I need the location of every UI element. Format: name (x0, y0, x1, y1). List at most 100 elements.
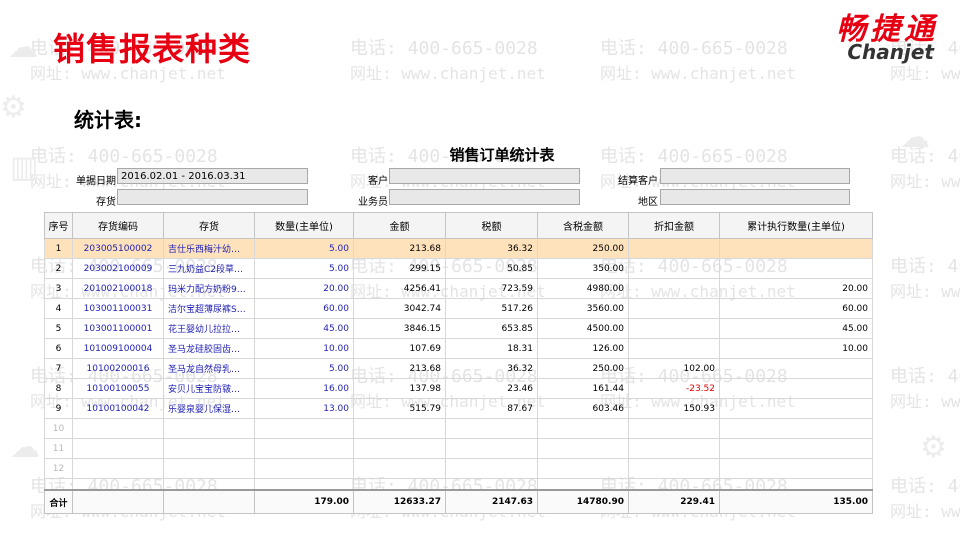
table-row[interactable]: 7 10100200016 圣马龙自然母乳… 5.00 213.68 36.32 250.0… (44, 358, 873, 379)
table-cell: 3560.00 (537, 298, 629, 319)
watermark-phone: 电话: 400-665-0028 (350, 38, 538, 59)
table-cell (628, 258, 720, 279)
column-header[interactable]: 含税金额 (537, 212, 629, 239)
table-cell: 玛米力配方奶粉9… (163, 278, 255, 299)
table-cell: 203002100009 (72, 258, 164, 279)
table-cell (628, 458, 720, 479)
table-cell: 10.00 (254, 338, 354, 359)
table-cell: -23.52 (628, 378, 720, 399)
table-cell: 洁尔宝超薄尿裤S… (163, 298, 255, 319)
table-row[interactable]: 2 203002100009 三九奶益C2段草… 5.00 299.15 50.85 350… (44, 258, 873, 279)
column-header[interactable]: 折扣金额 (628, 212, 720, 239)
customer-label: 客户 (368, 176, 388, 187)
table-cell: 5.00 (254, 258, 354, 279)
table-cell (719, 258, 873, 279)
table-cell: 9 (44, 398, 73, 419)
table-cell: 5.00 (254, 238, 354, 259)
table-cell: 8 (44, 378, 73, 399)
table-cell: 4980.00 (537, 278, 629, 299)
table-cell: 2 (44, 258, 73, 279)
column-header[interactable]: 金额 (353, 212, 446, 239)
table-cell (72, 418, 164, 439)
table-cell: 10100200016 (72, 358, 164, 379)
table-cell: 20.00 (719, 278, 873, 299)
table-cell: 安贝儿宝宝防皲… (163, 378, 255, 399)
table-cell (353, 418, 446, 439)
table-cell (163, 438, 255, 459)
table-cell: 203005100002 (72, 238, 164, 259)
date-field[interactable]: 2016.02.01 - 2016.03.31 (117, 168, 308, 184)
stock-field[interactable] (117, 189, 308, 205)
table-cell (72, 438, 164, 459)
table-cell: 花王婴幼儿拉拉… (163, 318, 255, 339)
table-cell (719, 238, 873, 259)
table-cell: 3042.74 (353, 298, 446, 319)
settle-customer-label: 结算客户 (618, 176, 658, 187)
table-cell (254, 418, 354, 439)
table-cell (445, 438, 538, 459)
table-row-empty[interactable]: 12 (44, 458, 873, 479)
table-cell (719, 398, 873, 419)
table-cell: 3846.15 (353, 318, 446, 339)
table-cell (537, 438, 629, 459)
table-cell (719, 418, 873, 439)
watermark-web: 网址: www.chanjet.net (890, 392, 960, 411)
watermark-phone: 电话: 400-665-0028 (890, 476, 960, 497)
table-cell (163, 418, 255, 439)
table-cell: 圣马龙自然母乳… (163, 358, 255, 379)
table-cell (254, 438, 354, 459)
table-cell: 161.44 (537, 378, 629, 399)
table-row[interactable]: 3 201002100018 玛米力配方奶粉9… 20.00 4256.41 723.59… (44, 278, 873, 299)
table-cell: 18.31 (445, 338, 538, 359)
table-row[interactable]: 8 10100100055 安贝儿宝宝防皲… 16.00 137.98 23.46 161.… (44, 378, 873, 399)
column-header[interactable]: 数量(主单位) (254, 212, 354, 239)
table-row[interactable]: 6 101009100004 圣马龙硅胶固齿… 10.00 107.69 18.31 126… (44, 338, 873, 359)
table-row[interactable]: 5 103001100001 花王婴幼儿拉拉… 45.00 3846.15 653.85 4… (44, 318, 873, 339)
table-cell: 603.46 (537, 398, 629, 419)
table-cell: 4256.41 (353, 278, 446, 299)
total-amount-tax: 14780.90 (537, 489, 629, 514)
table-cell (628, 298, 720, 319)
table-cell: 10100100042 (72, 398, 164, 419)
salesperson-field[interactable] (389, 189, 580, 205)
customer-field[interactable] (389, 168, 580, 184)
table-cell: 87.67 (445, 398, 538, 419)
table-cell (628, 238, 720, 259)
column-header[interactable]: 累计执行数量(主单位) (719, 212, 873, 239)
table-row[interactable]: 4 103001100031 洁尔宝超薄尿裤S… 60.00 3042.74 517.26… (44, 298, 873, 319)
table-cell (537, 458, 629, 479)
total-executed: 135.00 (719, 489, 873, 514)
table-row-empty[interactable]: 11 (44, 438, 873, 459)
column-header[interactable]: 税额 (445, 212, 538, 239)
table-cell (628, 318, 720, 339)
table-row[interactable]: 9 10100100042 乐婴泉婴儿保湿… 13.00 515.79 87.67 603.… (44, 398, 873, 419)
table-row-empty[interactable]: 10 (44, 418, 873, 439)
report-title: 销售订单统计表 (449, 146, 555, 164)
table-cell: 1 (44, 238, 73, 259)
section-subtitle: 统计表: (74, 108, 142, 132)
table-cell: 5.00 (254, 358, 354, 379)
column-header[interactable]: 存货 (163, 212, 255, 239)
region-label: 地区 (638, 197, 658, 208)
table-cell (719, 378, 873, 399)
table-row[interactable]: 1 203005100002 吉仕乐西梅汁幼… 5.00 213.68 36.32 250.… (44, 238, 873, 259)
table-cell: 圣马龙硅胶固齿… (163, 338, 255, 359)
column-header[interactable]: 序号 (44, 212, 73, 239)
region-field[interactable] (660, 189, 850, 205)
settle-customer-field[interactable] (660, 168, 850, 184)
table-cell: 213.68 (353, 238, 446, 259)
table-cell: 3 (44, 278, 73, 299)
table-cell: 16.00 (254, 378, 354, 399)
table-cell (628, 278, 720, 299)
column-header[interactable]: 存货编码 (72, 212, 164, 239)
row-number: 10 (44, 418, 73, 439)
table-cell (628, 338, 720, 359)
table-cell: 515.79 (353, 398, 446, 419)
table-cell (254, 458, 354, 479)
table-cell (445, 418, 538, 439)
table-cell: 吉仕乐西梅汁幼… (163, 238, 255, 259)
totals-label: 合计 (44, 489, 73, 514)
table-cell: 350.00 (537, 258, 629, 279)
chanjet-logo: 畅捷通 Chanjet (782, 4, 942, 64)
watermark-web: 网址: www.chanjet.net (890, 282, 960, 301)
